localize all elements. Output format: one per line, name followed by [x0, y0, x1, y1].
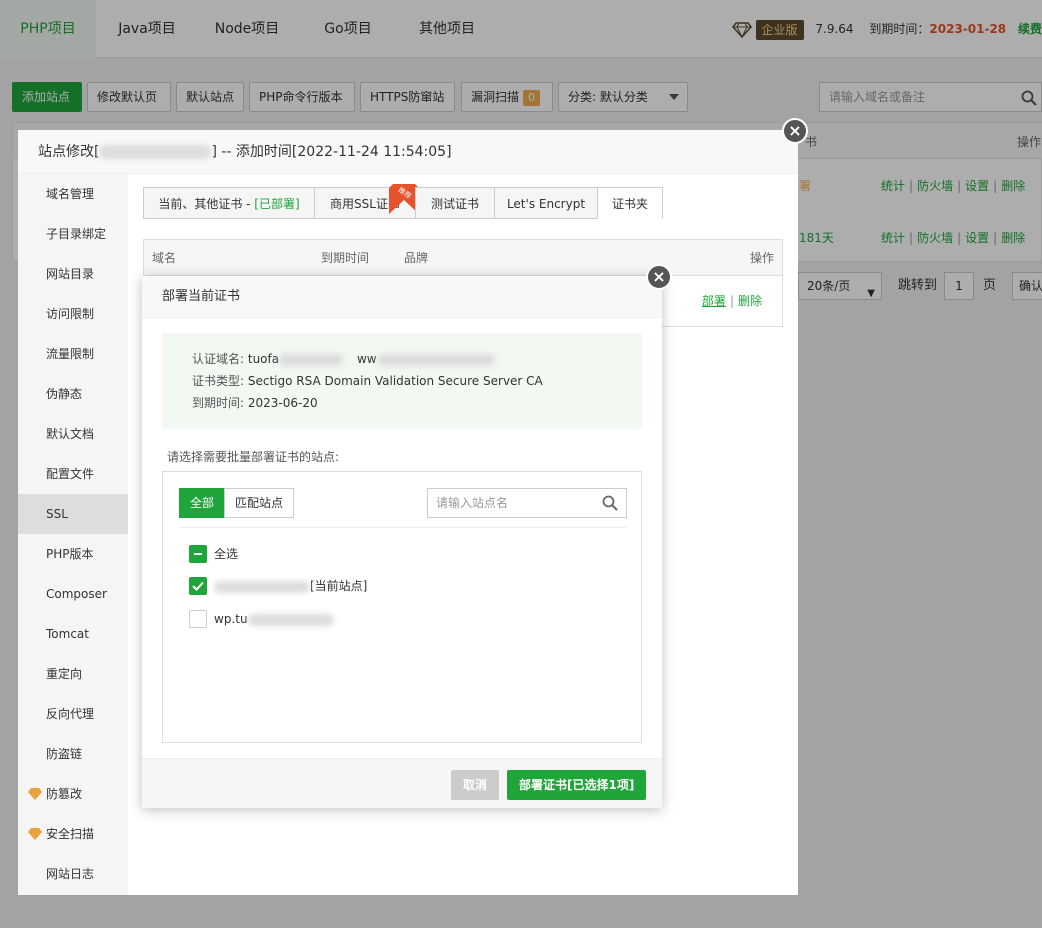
- sidebar-item-composer[interactable]: Composer: [18, 574, 128, 614]
- gem-icon: [28, 828, 42, 840]
- sidebar-item-php-version[interactable]: PHP版本: [18, 534, 128, 574]
- sidebar-item-traffic-limit[interactable]: 流量限制: [18, 334, 128, 374]
- redacted-site-name: [99, 145, 212, 159]
- close-deploy-dialog-button[interactable]: ×: [646, 264, 672, 290]
- domain-label: 认证域名:: [192, 352, 245, 366]
- site-settings-sidebar: 域名管理 子目录绑定 网站目录 访问限制 流量限制 伪静态 默认文档 配置文件 …: [18, 174, 128, 895]
- col-expire: 到期时间: [321, 251, 370, 265]
- sidebar-item-rewrite[interactable]: 伪静态: [18, 374, 128, 414]
- deploy-cert-dialog: 部署当前证书 认证域名: tuofa ww 证书类型: Sectigo RSA …: [142, 276, 662, 808]
- site-modify-title: 站点修改[ ] -- 添加时间[2022-11-24 11:54:05]: [18, 130, 798, 174]
- choose-sites-label: 请选择需要批量部署证书的站点:: [167, 450, 340, 464]
- cancel-button[interactable]: 取消: [451, 770, 500, 800]
- sidebar-item-label: 安全扫描: [46, 827, 95, 841]
- deploy-cert-button[interactable]: 部署证书[已选择1项]: [507, 770, 647, 800]
- tab-lets-encrypt[interactable]: Let's Encrypt: [494, 187, 598, 219]
- col-domain: 域名: [152, 251, 177, 265]
- sidebar-item-access-limit[interactable]: 访问限制: [18, 294, 128, 334]
- current-site-tag: [当前站点]: [310, 579, 368, 593]
- cert-expire-line: 到期时间: 2023-06-20: [192, 393, 318, 413]
- divider: [179, 527, 627, 528]
- title-prefix: 站点修改[: [38, 144, 100, 160]
- cert-info-box: 认证域名: tuofa ww 证书类型: Sectigo RSA Domain …: [162, 333, 642, 429]
- site-select-box: 全部 匹配站点 请输入站点名 全选 [当前站点] wp.tu: [162, 471, 642, 743]
- ssl-cert-tabs: 当前、其他证书 - [已部署] 商用SSL证书 推荐 测试证书 Let's En…: [143, 184, 663, 219]
- select-all-label: 全选: [214, 547, 239, 561]
- close-icon: ×: [788, 121, 802, 140]
- sidebar-item-security-scan[interactable]: 安全扫描: [18, 814, 128, 854]
- tab-test-cert[interactable]: 测试证书: [415, 187, 495, 219]
- close-icon: ×: [652, 267, 666, 286]
- col-ops: 操作: [749, 251, 774, 265]
- tab-cert-folder[interactable]: 证书夹: [597, 187, 663, 219]
- site-search-input[interactable]: 请输入站点名: [427, 488, 627, 518]
- expire-label: 到期时间:: [192, 396, 245, 410]
- expire-value: 2023-06-20: [247, 396, 318, 410]
- wp-site-name: wp.tu: [214, 612, 248, 626]
- col-brand: 品牌: [404, 251, 429, 265]
- tab-commercial-ssl[interactable]: 商用SSL证书 推荐: [314, 184, 419, 219]
- current-site-label: [当前站点]: [214, 577, 367, 595]
- gem-icon: [28, 788, 42, 800]
- sidebar-item-hotlink[interactable]: 防盗链: [18, 734, 128, 774]
- delete-cert-link[interactable]: 删除: [738, 294, 762, 308]
- close-site-dialog-button[interactable]: ×: [782, 118, 808, 144]
- cert-table-header: 域名 到期时间 品牌 操作: [144, 240, 782, 276]
- redacted-domain: [376, 353, 495, 366]
- redacted-domain: [279, 353, 344, 366]
- sidebar-item-tomcat[interactable]: Tomcat: [18, 614, 128, 654]
- search-icon[interactable]: [602, 495, 618, 511]
- deploy-cert-link[interactable]: 部署: [702, 294, 726, 308]
- cert-type-line: 证书类型: Sectigo RSA Domain Validation Secu…: [192, 371, 543, 391]
- deploy-dialog-title: 部署当前证书: [142, 276, 662, 318]
- sidebar-item-default-doc[interactable]: 默认文档: [18, 414, 128, 454]
- title-suffix: ] -- 添加时间[2022-11-24 11:54:05]: [211, 144, 452, 160]
- sidebar-item-ssl[interactable]: SSL: [18, 494, 128, 534]
- redacted-site-name: [247, 613, 334, 626]
- deploy-dialog-footer: 取消 部署证书[已选择1项]: [142, 758, 662, 808]
- wp-site-label: wp.tu: [214, 610, 334, 628]
- cert-row-actions: 部署 | 删除: [701, 294, 762, 308]
- sidebar-item-site-log[interactable]: 网站日志: [18, 854, 128, 894]
- sidebar-item-site-dir[interactable]: 网站目录: [18, 254, 128, 294]
- sidebar-item-config[interactable]: 配置文件: [18, 454, 128, 494]
- filter-all-button[interactable]: 全部: [179, 488, 226, 518]
- sidebar-item-reverse-proxy[interactable]: 反向代理: [18, 694, 128, 734]
- type-value: Sectigo RSA Domain Validation Secure Ser…: [247, 374, 543, 388]
- sidebar-item-label: 防篡改: [46, 787, 83, 801]
- tab-current-label: 当前、其他证书 -: [158, 197, 255, 211]
- select-all-checkbox[interactable]: [189, 545, 207, 563]
- site-checkbox-checked[interactable]: [189, 577, 207, 595]
- sidebar-item-redirect[interactable]: 重定向: [18, 654, 128, 694]
- check-icon: [192, 581, 204, 591]
- cert-domain-line: 认证域名: tuofa ww: [192, 349, 495, 369]
- site-search-placeholder: 请输入站点名: [436, 496, 509, 510]
- sidebar-item-subdir[interactable]: 子目录绑定: [18, 214, 128, 254]
- tab-current-cert[interactable]: 当前、其他证书 - [已部署]: [143, 187, 315, 219]
- minus-icon: [194, 553, 202, 555]
- redacted-site-name: [214, 580, 310, 593]
- type-label: 证书类型:: [192, 374, 245, 388]
- deployed-status: [已部署]: [254, 197, 300, 211]
- domain-value-1: tuofa: [247, 352, 280, 366]
- sidebar-item-domains[interactable]: 域名管理: [18, 174, 128, 214]
- filter-match-button[interactable]: 匹配站点: [224, 488, 295, 518]
- domain-value-2: ww: [356, 352, 377, 366]
- sidebar-item-tamper-proof[interactable]: 防篡改: [18, 774, 128, 814]
- site-checkbox-unchecked[interactable]: [189, 610, 207, 628]
